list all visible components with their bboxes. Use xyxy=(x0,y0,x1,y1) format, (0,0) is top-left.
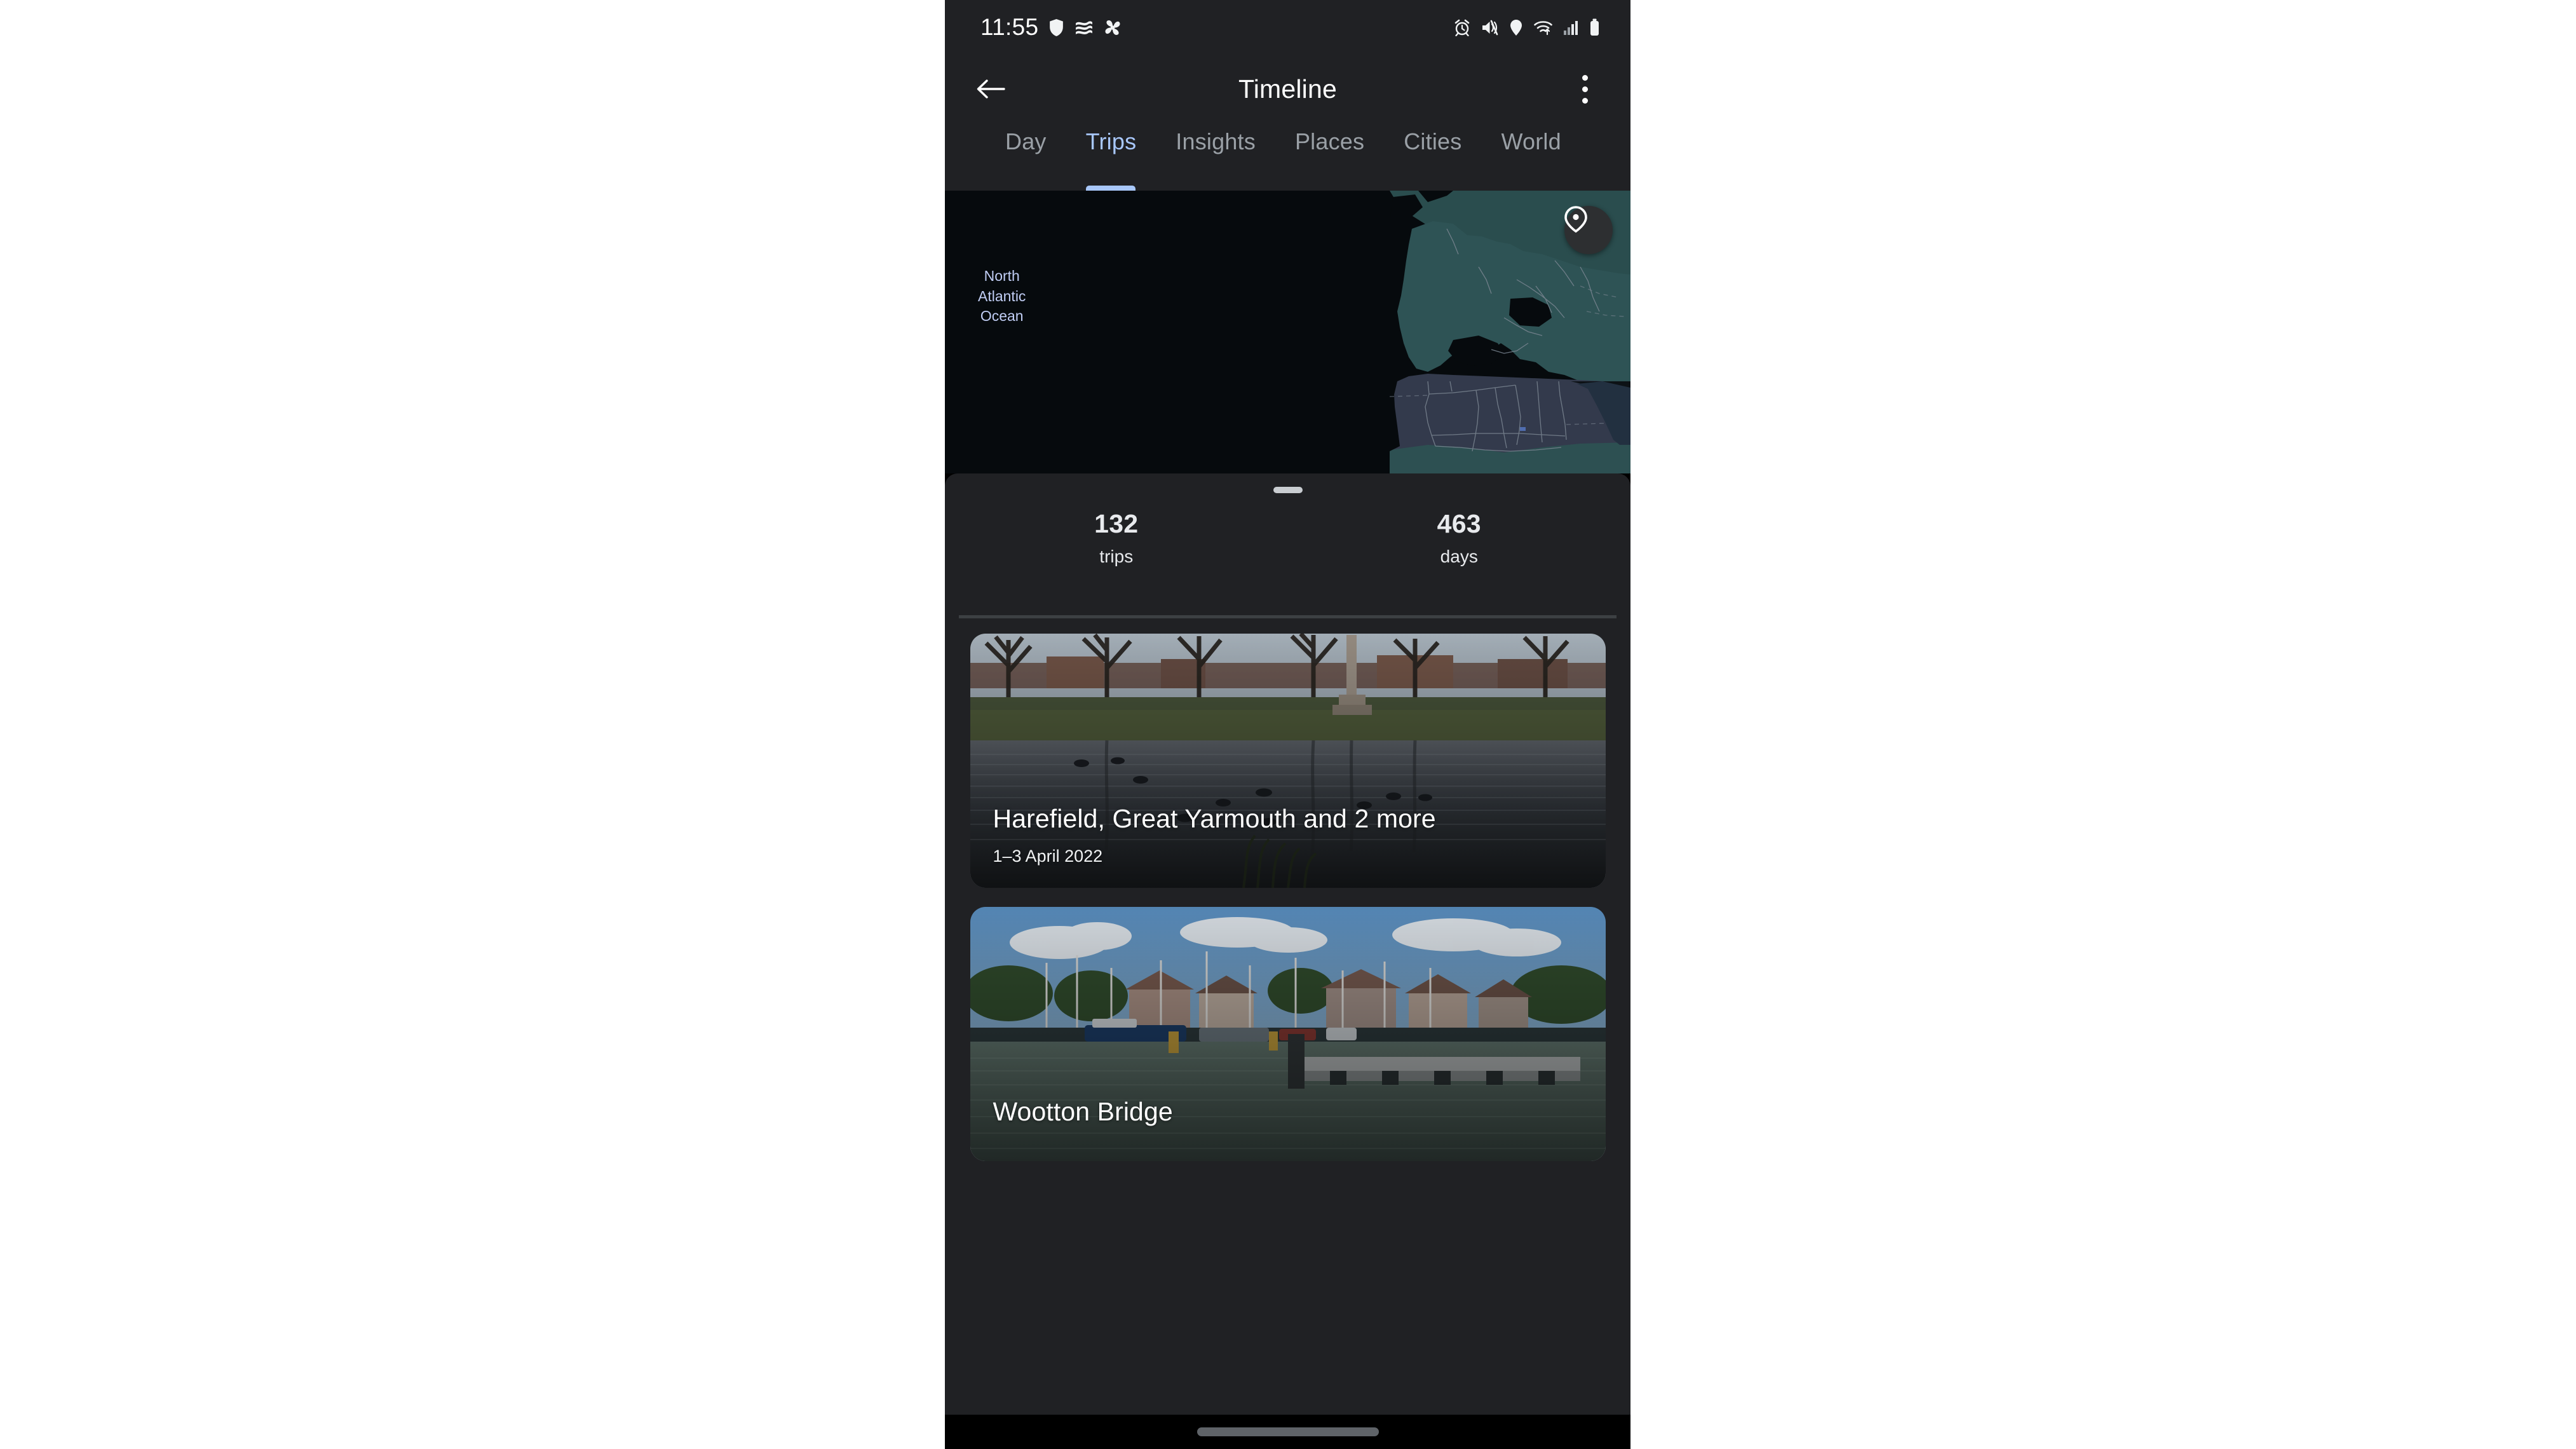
trips-map[interactable]: North Atlantic Ocean GlashütteneFolgosaS… xyxy=(945,191,1630,473)
trips-bottom-sheet: 132 trips 463 days Harefield, Great Yarm… xyxy=(945,473,1630,1449)
tab-label: Trips xyxy=(1085,128,1137,154)
tab-label: World xyxy=(1501,128,1561,154)
page-title: Timeline xyxy=(1238,74,1337,104)
battery-icon xyxy=(1590,18,1599,36)
stat-days: 463 days xyxy=(1288,509,1631,567)
layers-icon xyxy=(1076,20,1093,34)
status-bar-left: 11:55 xyxy=(980,14,1122,41)
stat-label: days xyxy=(1440,547,1478,566)
trip-title: Harefield, Great Yarmouth and 2 more xyxy=(993,804,1436,834)
tab-active-indicator xyxy=(1086,186,1136,191)
alarm-icon xyxy=(1454,19,1470,36)
signal-icon xyxy=(1564,20,1578,35)
status-bar-clock: 11:55 xyxy=(980,14,1039,40)
trip-card[interactable]: Wootton Bridge xyxy=(970,907,1606,1161)
screenshot-canvas: 11:55 Timeline Day Trips Insights Places… xyxy=(0,0,2576,1449)
my-location-button[interactable] xyxy=(1564,206,1613,254)
tab-label: Places xyxy=(1294,128,1365,154)
tab-cities[interactable]: Cities xyxy=(1384,123,1481,191)
tab-bar: Day Trips Insights Places Cities World xyxy=(945,123,1630,191)
tab-label: Insights xyxy=(1176,128,1256,154)
stat-trips: 132 trips xyxy=(945,509,1288,567)
status-bar-right xyxy=(1454,0,1600,55)
more-vertical-icon-dot xyxy=(1582,97,1588,104)
shield-icon xyxy=(1050,18,1064,36)
trip-stats: 132 trips 463 days xyxy=(945,509,1630,567)
sheet-drag-handle[interactable] xyxy=(1273,487,1303,493)
tab-world[interactable]: World xyxy=(1481,123,1580,191)
tab-label: Day xyxy=(1005,128,1047,154)
overflow-menu-button[interactable] xyxy=(1562,66,1608,112)
fan-icon xyxy=(1105,20,1120,35)
stat-value: 132 xyxy=(1094,509,1139,538)
tab-insights[interactable]: Insights xyxy=(1156,123,1275,191)
location-pin-icon xyxy=(1564,206,1587,233)
more-vertical-icon-dot xyxy=(1582,86,1588,92)
app-bar: Timeline xyxy=(945,55,1630,123)
volume-off-icon xyxy=(1482,20,1498,35)
trip-caption: Wootton Bridge xyxy=(993,1096,1578,1139)
tab-trips[interactable]: Trips xyxy=(1066,123,1156,191)
more-vertical-icon-dot xyxy=(1582,74,1588,81)
location-icon xyxy=(1510,19,1522,36)
stat-value: 463 xyxy=(1437,509,1481,538)
tab-places[interactable]: Places xyxy=(1275,123,1384,191)
sheet-divider xyxy=(959,615,1617,618)
trip-card[interactable]: Harefield, Great Yarmouth and 2 more 1–3… xyxy=(970,634,1606,888)
status-bar: 11:55 xyxy=(945,0,1630,55)
phone-screen: 11:55 Timeline Day Trips Insights Places… xyxy=(945,0,1630,1449)
stat-label: trips xyxy=(1099,547,1134,566)
tab-label: Cities xyxy=(1404,128,1462,154)
trip-title: Wootton Bridge xyxy=(993,1097,1173,1127)
trip-list: Harefield, Great Yarmouth and 2 more 1–3… xyxy=(945,634,1630,1180)
wifi-icon xyxy=(1534,20,1552,35)
tab-day[interactable]: Day xyxy=(986,123,1066,191)
map-geometry xyxy=(945,191,1630,473)
system-nav-bar xyxy=(945,1415,1630,1449)
trip-caption: Harefield, Great Yarmouth and 2 more 1–3… xyxy=(993,803,1578,866)
home-gesture-pill[interactable] xyxy=(1196,1427,1379,1436)
trip-date: 1–3 April 2022 xyxy=(993,847,1103,866)
